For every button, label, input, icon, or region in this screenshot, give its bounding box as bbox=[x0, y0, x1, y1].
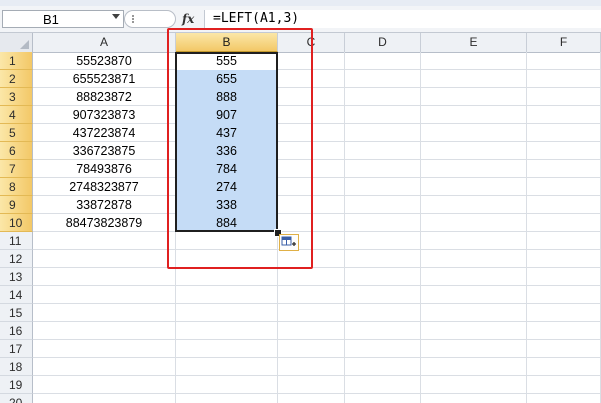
select-all-button[interactable] bbox=[0, 33, 33, 52]
row-header-3[interactable]: 3 bbox=[0, 88, 33, 106]
spreadsheet-window: B1 fx =LEFT(A1,3) ABCDEF 1 2 3 4 5 6 7 8 9 10 11 12… bbox=[0, 0, 601, 403]
auto-fill-options-icon[interactable] bbox=[279, 234, 299, 251]
row-gridline bbox=[33, 285, 601, 286]
row-gridline bbox=[33, 357, 601, 358]
cell-b10[interactable]: 884 bbox=[176, 214, 277, 232]
row-header-4[interactable]: 4 bbox=[0, 106, 33, 124]
formula-text: =LEFT(A1,3) bbox=[213, 11, 300, 26]
cell-b5[interactable]: 437 bbox=[176, 124, 277, 142]
column-header-row: ABCDEF bbox=[0, 33, 601, 53]
cell-b7[interactable]: 784 bbox=[176, 160, 277, 178]
row-header-9[interactable]: 9 bbox=[0, 196, 33, 214]
row-header-7[interactable]: 7 bbox=[0, 160, 33, 178]
column-header-f[interactable]: F bbox=[527, 33, 601, 52]
formula-bar-resize-handle[interactable] bbox=[124, 10, 176, 28]
name-box[interactable]: B1 bbox=[2, 10, 124, 28]
cell-b8[interactable]: 274 bbox=[176, 178, 277, 196]
row-header-8[interactable]: 8 bbox=[0, 178, 33, 196]
row-header-5[interactable]: 5 bbox=[0, 124, 33, 142]
cell-b3[interactable]: 888 bbox=[176, 88, 277, 106]
cell-b1[interactable]: 555 bbox=[176, 52, 277, 70]
name-box-value: B1 bbox=[43, 12, 59, 27]
cell-a4[interactable]: 907323873 bbox=[33, 106, 175, 124]
chevron-down-icon[interactable] bbox=[112, 14, 120, 19]
formula-bar: B1 fx =LEFT(A1,3) bbox=[0, 6, 601, 33]
row-header-12[interactable]: 12 bbox=[0, 250, 33, 268]
cell-a2[interactable]: 655523871 bbox=[33, 70, 175, 88]
formula-input[interactable]: =LEFT(A1,3) bbox=[204, 10, 601, 28]
row-header-6[interactable]: 6 bbox=[0, 142, 33, 160]
row-header-19[interactable]: 19 bbox=[0, 376, 33, 394]
cell-b9[interactable]: 338 bbox=[176, 196, 277, 214]
row-header-14[interactable]: 14 bbox=[0, 286, 33, 304]
cell-a6[interactable]: 336723875 bbox=[33, 142, 175, 160]
row-header-11[interactable]: 11 bbox=[0, 232, 33, 250]
row-gridline bbox=[33, 375, 601, 376]
row-gridline bbox=[33, 321, 601, 322]
cell-a10[interactable]: 88473823879 bbox=[33, 214, 175, 232]
row-header-10[interactable]: 10 bbox=[0, 214, 33, 232]
column-header-c[interactable]: C bbox=[278, 33, 345, 52]
row-header-1[interactable]: 1 bbox=[0, 52, 33, 70]
row-header-20[interactable]: 20 bbox=[0, 394, 33, 403]
column-header-a[interactable]: A bbox=[33, 33, 176, 52]
cell-a3[interactable]: 88823872 bbox=[33, 88, 175, 106]
row-gridline bbox=[33, 393, 601, 394]
row-header-13[interactable]: 13 bbox=[0, 268, 33, 286]
row-header-2[interactable]: 2 bbox=[0, 70, 33, 88]
row-header-17[interactable]: 17 bbox=[0, 340, 33, 358]
column-header-d[interactable]: D bbox=[345, 33, 421, 52]
select-all-icon bbox=[20, 40, 29, 49]
row-gridline bbox=[33, 249, 601, 250]
column-header-b[interactable]: B bbox=[176, 33, 278, 52]
row-gridline bbox=[33, 339, 601, 340]
cell-b6[interactable]: 336 bbox=[176, 142, 277, 160]
cell-a7[interactable]: 78493876 bbox=[33, 160, 175, 178]
cell-a5[interactable]: 437223874 bbox=[33, 124, 175, 142]
column-header-e[interactable]: E bbox=[421, 33, 527, 52]
cell-b2[interactable]: 655 bbox=[176, 70, 277, 88]
cell-a1[interactable]: 55523870 bbox=[33, 52, 175, 70]
grip-dots-icon bbox=[132, 15, 134, 23]
insert-function-icon[interactable]: fx bbox=[182, 11, 200, 27]
worksheet-grid: ABCDEF 1 2 3 4 5 6 7 8 9 10 11 12 13 14 15 16 17 18 19 20 55… bbox=[0, 33, 601, 403]
row-gridline bbox=[33, 267, 601, 268]
row-header-15[interactable]: 15 bbox=[0, 304, 33, 322]
cell-b4[interactable]: 907 bbox=[176, 106, 277, 124]
row-header-18[interactable]: 18 bbox=[0, 358, 33, 376]
row-gridline bbox=[33, 303, 601, 304]
cell-a9[interactable]: 33872878 bbox=[33, 196, 175, 214]
cell-a8[interactable]: 2748323877 bbox=[33, 178, 175, 196]
row-header-16[interactable]: 16 bbox=[0, 322, 33, 340]
